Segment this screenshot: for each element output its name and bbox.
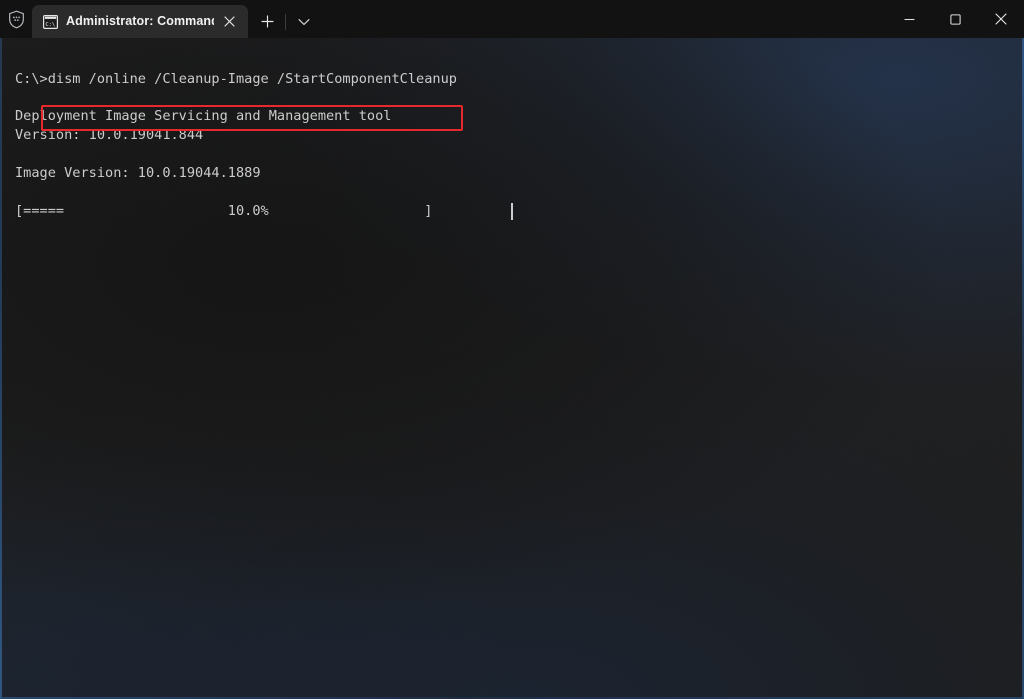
terminal-screen[interactable]: C:\>dism /online /Cleanup-Image /StartCo…: [0, 38, 1024, 699]
actions-divider: [285, 14, 286, 30]
tab-actions: [252, 5, 319, 38]
close-button[interactable]: [978, 0, 1024, 38]
prompt-string: C:\>: [15, 71, 48, 87]
tab-administrator-command-prompt[interactable]: C:\ Administrator: Command Pror: [32, 5, 248, 38]
minimize-button[interactable]: [886, 0, 932, 38]
title-bar: C:\ Administrator: Command Pror: [0, 0, 1024, 38]
tab-strip: C:\ Administrator: Command Pror: [32, 0, 248, 38]
progress-bar-line: [===== 10.0% ]: [15, 202, 432, 221]
caption-buttons: [886, 0, 1024, 38]
output-line-image-version: Image Version: 10.0.19044.1889: [15, 164, 261, 183]
command-prompt-icon: C:\: [42, 14, 58, 30]
terminal-window: C:\ Administrator: Command Pror: [0, 0, 1024, 699]
shield-icon: [0, 0, 32, 38]
output-line-version: Version: 10.0.19041.844: [15, 126, 203, 145]
maximize-button[interactable]: [932, 0, 978, 38]
tab-title: Administrator: Command Pror: [66, 5, 214, 38]
new-tab-button[interactable]: [252, 9, 282, 35]
tab-close-icon[interactable]: [216, 10, 242, 34]
text-cursor: [511, 203, 513, 220]
command-text: dism /online /Cleanup-Image /StartCompon…: [48, 71, 457, 87]
prompt-line: C:\>dism /online /Cleanup-Image /StartCo…: [15, 70, 457, 89]
terminal-body[interactable]: C:\>dism /online /Cleanup-Image /StartCo…: [0, 38, 1024, 699]
titlebar-drag-region: [319, 0, 886, 38]
svg-text:C:\: C:\: [45, 22, 55, 28]
chevron-down-icon[interactable]: [289, 9, 319, 35]
output-line-tool: Deployment Image Servicing and Managemen…: [15, 107, 391, 126]
